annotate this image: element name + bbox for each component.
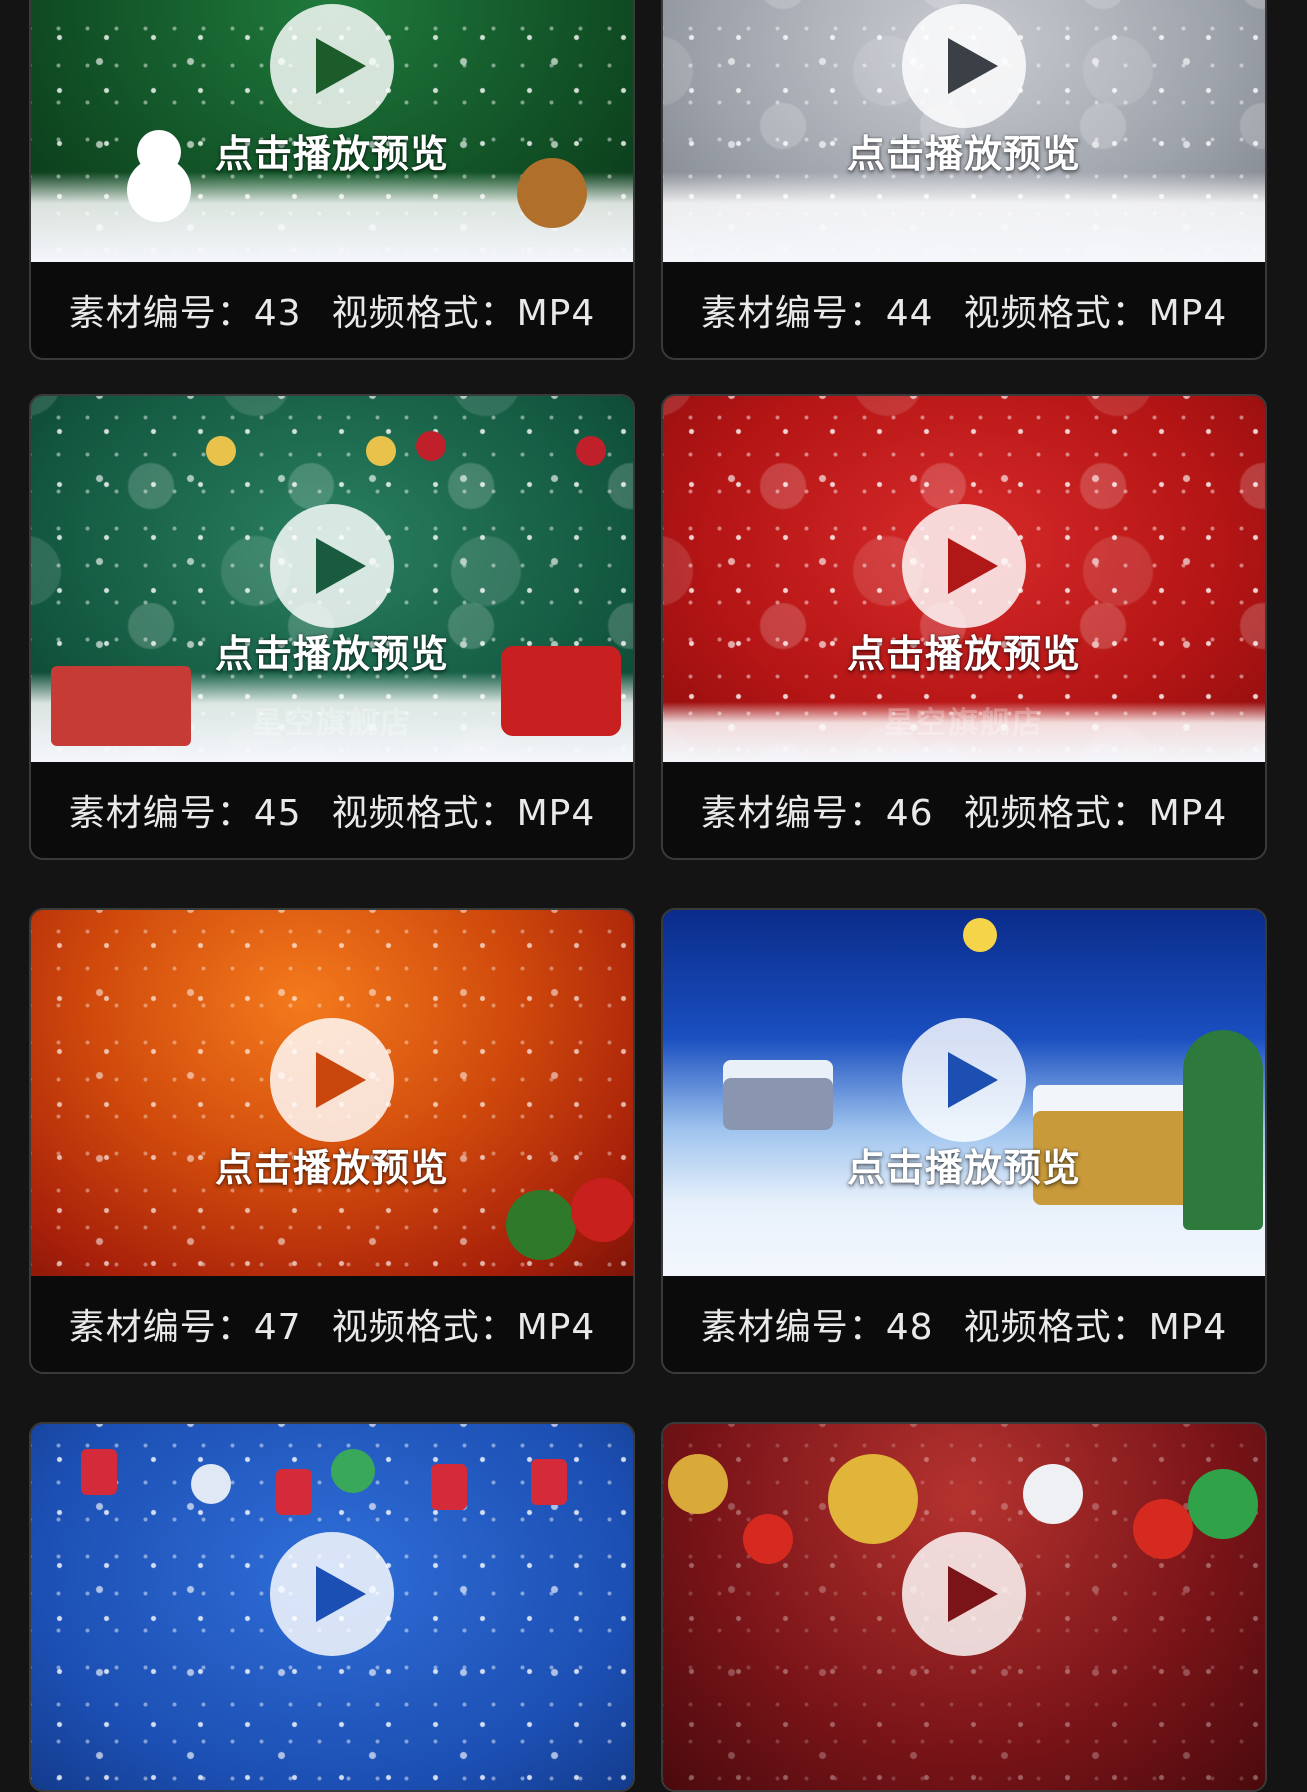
preview-label: 点击播放预览 (214, 132, 449, 176)
ornament-icon (668, 1454, 728, 1514)
material-number: 素材编号：44 (700, 293, 934, 334)
video-format: 视频格式：MP4 (963, 793, 1228, 834)
card-info: 素材编号：46 视频格式：MP4 (663, 762, 1265, 858)
video-format: 视频格式：MP4 (963, 293, 1228, 334)
material-number: 素材编号：47 (68, 1307, 302, 1348)
moon-icon (963, 918, 997, 952)
preview-label: 点击播放预览 (846, 132, 1081, 176)
material-number: 素材编号：48 (700, 1307, 934, 1348)
play-icon[interactable] (902, 1532, 1026, 1656)
video-format: 视频格式：MP4 (331, 293, 596, 334)
snow-ground-decoration (663, 172, 1265, 262)
preview-label: 点击播放预览 (214, 632, 449, 676)
play-icon[interactable] (902, 504, 1026, 628)
stocking-icon (276, 1469, 312, 1515)
ornament-icon (366, 436, 396, 466)
card-info: 素材编号：45 视频格式：MP4 (31, 762, 633, 858)
video-thumbnail[interactable] (663, 1424, 1265, 1790)
play-icon[interactable] (902, 4, 1026, 128)
preview-label: 点击播放预览 (846, 1146, 1081, 1190)
video-thumbnail[interactable]: 点击播放预览 星空旗舰店 (663, 396, 1265, 762)
watermark: 星空旗舰店 (884, 706, 1044, 741)
watermark: 星空旗舰店 (252, 706, 412, 741)
video-card-46[interactable]: 点击播放预览 星空旗舰店 素材编号：46 视频格式：MP4 (661, 394, 1267, 860)
video-format: 视频格式：MP4 (331, 793, 596, 834)
card-info: 素材编号：43 视频格式：MP4 (31, 262, 633, 358)
pine-tree-icon (1183, 1030, 1263, 1230)
video-thumbnail[interactable]: 点击播放预览 (663, 0, 1265, 262)
play-icon[interactable] (270, 1532, 394, 1656)
material-number: 素材编号：45 (68, 793, 302, 834)
preview-label: 点击播放预览 (214, 1146, 449, 1190)
stocking-icon (81, 1449, 117, 1495)
preview-label: 点击播放预览 (846, 632, 1081, 676)
video-card-43[interactable]: 点击播放预览 素材编号：43 视频格式：MP4 (29, 0, 635, 360)
video-format: 视频格式：MP4 (963, 1307, 1228, 1348)
stocking-icon (431, 1464, 467, 1510)
ornament-icon (206, 436, 236, 466)
video-thumbnail[interactable] (31, 1424, 633, 1790)
video-card-45[interactable]: 点击播放预览 星空旗舰店 素材编号：45 视频格式：MP4 (29, 394, 635, 860)
video-card-48[interactable]: 点击播放预览 素材编号：48 视频格式：MP4 (661, 908, 1267, 1374)
video-card-47[interactable]: 点击播放预览 素材编号：47 视频格式：MP4 (29, 908, 635, 1374)
material-number: 素材编号：46 (700, 793, 934, 834)
ornament-icon (506, 1190, 576, 1260)
ornament-icon (1133, 1499, 1193, 1559)
ornament-icon (828, 1454, 918, 1544)
video-format: 视频格式：MP4 (331, 1307, 596, 1348)
video-card-49[interactable] (29, 1422, 635, 1792)
ornament-icon (331, 1449, 375, 1493)
video-thumbnail[interactable]: 点击播放预览 (31, 910, 633, 1276)
card-info: 素材编号：48 视频格式：MP4 (663, 1276, 1265, 1372)
ornament-icon (1188, 1469, 1258, 1539)
video-card-50[interactable] (661, 1422, 1267, 1792)
video-thumbnail[interactable]: 点击播放预览 (31, 0, 633, 262)
stocking-icon (531, 1459, 567, 1505)
ornament-icon (743, 1514, 793, 1564)
ornament-icon (576, 436, 606, 466)
play-icon[interactable] (270, 4, 394, 128)
ornament-icon (416, 431, 446, 461)
play-icon[interactable] (270, 504, 394, 628)
video-thumbnail[interactable]: 点击播放预览 (663, 910, 1265, 1276)
card-info: 素材编号：44 视频格式：MP4 (663, 262, 1265, 358)
cottage-icon (723, 1060, 833, 1130)
ornament-icon (1023, 1464, 1083, 1524)
ornament-icon (191, 1464, 231, 1504)
material-number: 素材编号：43 (68, 293, 302, 334)
video-thumbnail[interactable]: 点击播放预览 星空旗舰店 (31, 396, 633, 762)
card-info: 素材编号：47 视频格式：MP4 (31, 1276, 633, 1372)
video-card-44[interactable]: 点击播放预览 素材编号：44 视频格式：MP4 (661, 0, 1267, 360)
play-icon[interactable] (270, 1018, 394, 1142)
play-icon[interactable] (902, 1018, 1026, 1142)
